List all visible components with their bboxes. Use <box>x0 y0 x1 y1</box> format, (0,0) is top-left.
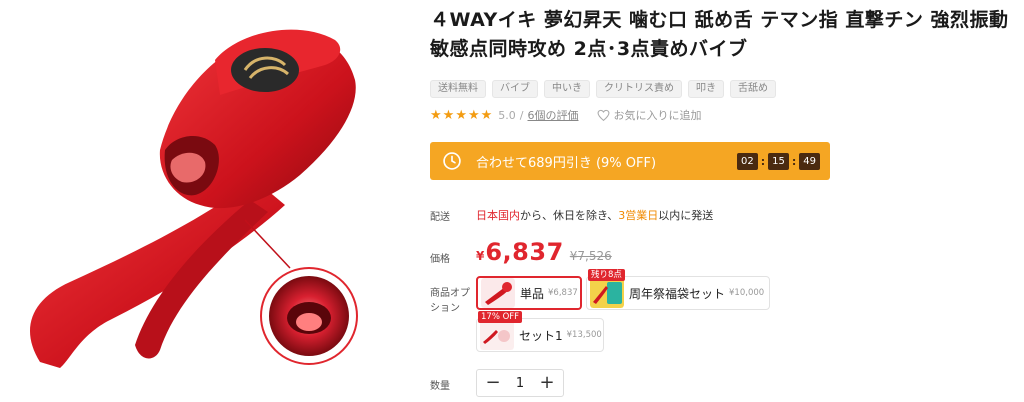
tag-item[interactable]: クリトリス責め <box>596 80 682 98</box>
clock-icon <box>443 152 461 170</box>
decrement-button[interactable]: − <box>485 374 501 392</box>
tag-item[interactable]: 舌舐め <box>730 80 776 98</box>
timer-seconds: 49 <box>799 153 820 170</box>
shipping-label: 配送 <box>430 212 450 223</box>
rating-value: 5.0 <box>498 108 516 122</box>
tag-item[interactable]: 送料無料 <box>430 80 486 98</box>
tag-item[interactable]: 中いき <box>544 80 590 98</box>
options-label: 商品オプション <box>430 288 470 314</box>
timer-minutes: 15 <box>768 153 789 170</box>
product-title: ４WAYイキ 夢幻昇天 噛む口 舐め舌 テマン指 直撃チン 強烈振動 敏感点同時… <box>430 9 1009 60</box>
quantity-value[interactable]: 1 <box>516 376 524 391</box>
price: ¥ 6,837 ¥7,526 <box>476 238 612 266</box>
shipping-text: から、休日を除き、 <box>520 209 619 222</box>
tag-item[interactable]: 叩き <box>688 80 724 98</box>
countdown-timer: 02 : 15 : 49 <box>736 153 820 170</box>
option-price: ¥10,000 <box>729 288 765 298</box>
option-single[interactable]: 単品 ¥6,837 <box>476 276 582 310</box>
tag-list: 送料無料 バイブ 中いき クリトリス責め 叩き 舌舐め <box>430 80 776 98</box>
add-to-favorites-button[interactable]: お気に入りに追加 <box>597 107 702 123</box>
option-name: セット1 <box>519 328 563 343</box>
shipping-info: 日本国内から、休日を除き、3営業日以内に発送 <box>476 207 713 223</box>
increment-button[interactable]: + <box>539 374 555 392</box>
shipping-days: 3営業日 <box>618 209 659 222</box>
original-price: ¥7,526 <box>569 249 612 263</box>
heart-icon <box>597 109 609 121</box>
product-illustration <box>30 29 358 368</box>
stock-badge: 残り8点 <box>588 269 625 281</box>
option-anniversary-set[interactable]: 残り8点 周年祭福袋セット ¥10,000 <box>586 269 770 310</box>
star-rating: ★ ★ ★ ★ ★ <box>430 109 492 122</box>
current-price: 6,837 <box>485 238 564 266</box>
discount-banner: 合わせて689円引き (9% OFF) 02 : 15 : 49 <box>430 142 830 180</box>
product-image <box>0 0 400 402</box>
star-icon: ★ <box>455 107 467 123</box>
option-set-1[interactable]: 17% OFF セット1 ¥13,500 <box>476 311 604 352</box>
currency-symbol: ¥ <box>476 249 485 263</box>
timer-hours: 02 <box>736 153 758 170</box>
option-thumbnail <box>590 278 624 308</box>
timer-colon: : <box>760 155 766 168</box>
add-to-favorites-label: お気に入りに追加 <box>613 109 702 122</box>
star-icon: ★ <box>442 107 455 123</box>
option-name: 周年祭福袋セット <box>629 286 726 301</box>
option-thumbnail <box>481 278 515 308</box>
option-price: ¥13,500 <box>566 330 602 340</box>
tag-item[interactable]: バイブ <box>492 80 538 98</box>
discount-text: 合わせて689円引き (9% OFF) <box>476 155 657 171</box>
quantity-label: 数量 <box>430 381 450 392</box>
rating-separator: / <box>519 108 524 122</box>
timer-colon: : <box>791 155 797 168</box>
option-price: ¥6,837 <box>548 288 578 298</box>
shipping-text-end: 以内に発送 <box>658 209 714 222</box>
quantity-stepper: − 1 + <box>476 369 564 397</box>
option-thumbnail <box>480 320 514 350</box>
option-name: 単品 <box>520 286 545 301</box>
price-label: 価格 <box>430 254 450 265</box>
star-icon: ★ <box>467 107 480 123</box>
shipping-origin: 日本国内 <box>476 209 520 222</box>
discount-badge: 17% OFF <box>478 311 523 323</box>
rating-row: ★ ★ ★ ★ ★ 5.0 / 6個の評価 お気に入りに追加 <box>430 107 702 123</box>
star-icon: ★ <box>430 107 442 123</box>
star-icon: ★ <box>480 107 493 123</box>
review-count-link[interactable]: 6個の評価 <box>528 107 579 123</box>
